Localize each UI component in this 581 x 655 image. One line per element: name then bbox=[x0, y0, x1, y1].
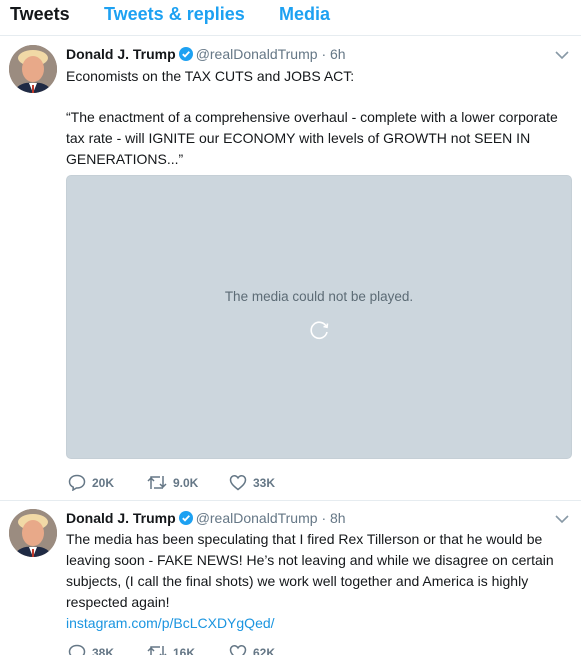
retweet-count: 9.0K bbox=[173, 476, 199, 490]
chevron-down-icon[interactable] bbox=[555, 50, 569, 60]
media-player[interactable]: The media could not be played. bbox=[66, 175, 572, 459]
author-handle[interactable]: @realDonaldTrump bbox=[196, 46, 318, 62]
tweet-quote-text: “The enactment of a comprehensive overha… bbox=[66, 109, 558, 167]
verified-badge-icon bbox=[178, 511, 193, 525]
tab-media[interactable]: Media bbox=[279, 4, 330, 25]
author-name[interactable]: Donald J. Trump bbox=[66, 46, 176, 62]
tab-tweets[interactable]: Tweets bbox=[10, 4, 70, 25]
reply-button[interactable]: 20K bbox=[68, 474, 114, 491]
reply-icon bbox=[68, 644, 86, 655]
tweet-body: The media has been speculating that I fi… bbox=[66, 531, 554, 610]
author-handle[interactable]: @realDonaldTrump bbox=[196, 510, 318, 526]
tweet[interactable]: Donald J. Trump @realDonaldTrump · 6h Eco… bbox=[0, 37, 581, 501]
avatar[interactable] bbox=[9, 509, 57, 557]
retweet-icon bbox=[147, 646, 167, 655]
separator-dot: · bbox=[321, 510, 327, 526]
retweet-button[interactable]: 9.0K bbox=[147, 474, 198, 491]
tweet-text: Economists on the TAX CUTS and JOBS ACT: bbox=[66, 68, 355, 84]
retweet-icon bbox=[147, 476, 167, 489]
author-name[interactable]: Donald J. Trump bbox=[66, 510, 176, 526]
retweet-button[interactable]: 16K bbox=[147, 644, 195, 655]
heart-icon bbox=[229, 475, 247, 491]
reply-button[interactable]: 38K bbox=[68, 644, 114, 655]
chevron-down-icon[interactable] bbox=[555, 514, 569, 524]
like-count: 62K bbox=[253, 646, 276, 655]
retweet-count: 16K bbox=[173, 646, 196, 655]
separator-dot: · bbox=[321, 46, 327, 62]
reply-icon bbox=[68, 474, 86, 491]
timestamp[interactable]: 6h bbox=[330, 46, 346, 62]
tweet-text: The media has been speculating that I fi… bbox=[66, 529, 571, 634]
heart-icon bbox=[229, 645, 247, 655]
profile-tabs: Tweets Tweets & replies Media bbox=[0, 0, 581, 36]
tab-tweets-and-replies[interactable]: Tweets & replies bbox=[104, 4, 245, 25]
avatar[interactable] bbox=[9, 45, 57, 93]
tweet[interactable]: Donald J. Trump @realDonaldTrump · 8h The… bbox=[0, 501, 581, 655]
like-button[interactable]: 62K bbox=[229, 644, 275, 655]
media-error-message: The media could not be played. bbox=[224, 289, 414, 304]
like-button[interactable]: 33K bbox=[229, 474, 275, 491]
timestamp[interactable]: 8h bbox=[330, 510, 346, 526]
verified-badge-icon bbox=[178, 47, 193, 61]
tweet-header: Donald J. Trump @realDonaldTrump · 8h bbox=[66, 509, 346, 527]
reply-count: 38K bbox=[92, 646, 115, 655]
reload-icon[interactable] bbox=[309, 319, 331, 341]
tweet-header: Donald J. Trump @realDonaldTrump · 6h bbox=[66, 45, 346, 63]
like-count: 33K bbox=[253, 476, 276, 490]
tweet-link[interactable]: instagram.com/p/BcLCXDYgQed/ bbox=[66, 613, 571, 634]
reply-count: 20K bbox=[92, 476, 115, 490]
